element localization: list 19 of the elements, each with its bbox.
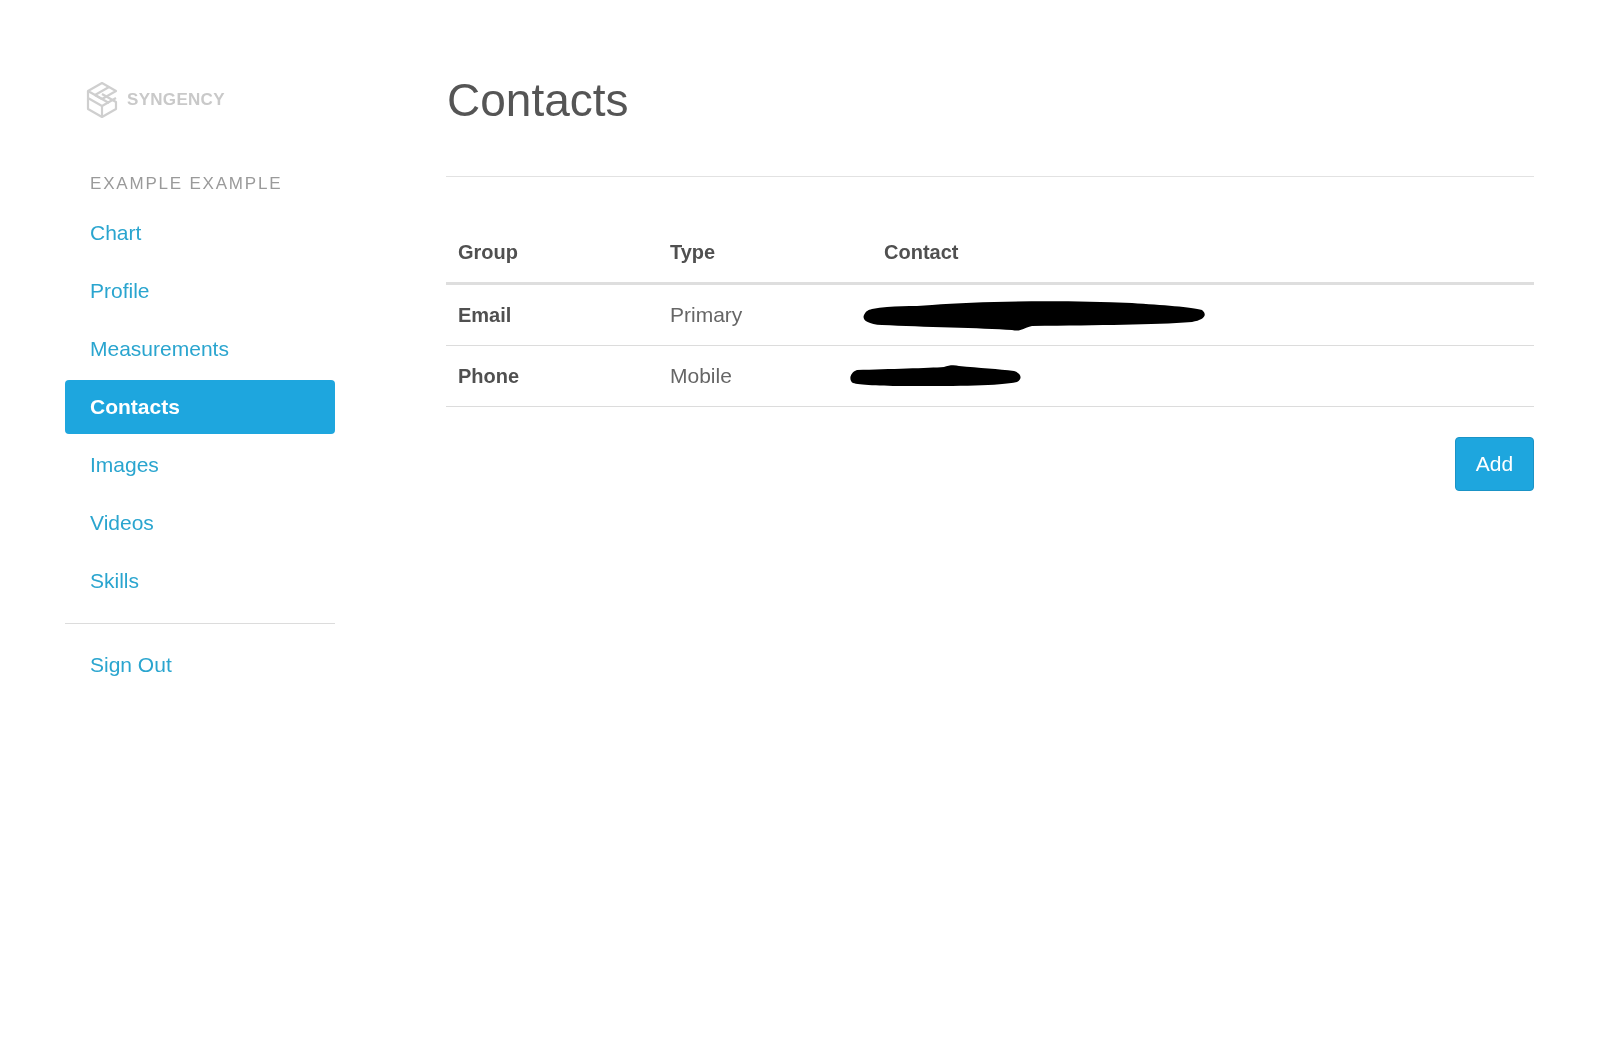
nav-item[interactable]: Measurements [65, 322, 335, 376]
page-title: Contacts [446, 73, 629, 128]
nav-item[interactable]: Chart [65, 206, 335, 260]
nav-item[interactable]: Images [65, 438, 335, 492]
table-cell: Phone [458, 364, 520, 388]
user-name: EXAMPLE EXAMPLE [90, 174, 283, 194]
column-header: Contact [884, 240, 959, 264]
sign-out-link[interactable]: Sign Out [65, 638, 335, 692]
logo-icon [85, 80, 119, 119]
nav-item[interactable]: Profile [65, 264, 335, 318]
table-cell: Email [458, 303, 512, 327]
column-header: Group [458, 240, 518, 264]
nav-item[interactable]: Contacts [65, 380, 335, 434]
column-header: Type [670, 240, 716, 264]
nav-item[interactable]: Skills [65, 554, 335, 608]
add-button[interactable]: Add [1455, 437, 1534, 491]
table-cell: Primary [670, 303, 743, 327]
nav-item[interactable]: Videos [65, 496, 335, 550]
table-cell: Mobile [670, 364, 732, 388]
